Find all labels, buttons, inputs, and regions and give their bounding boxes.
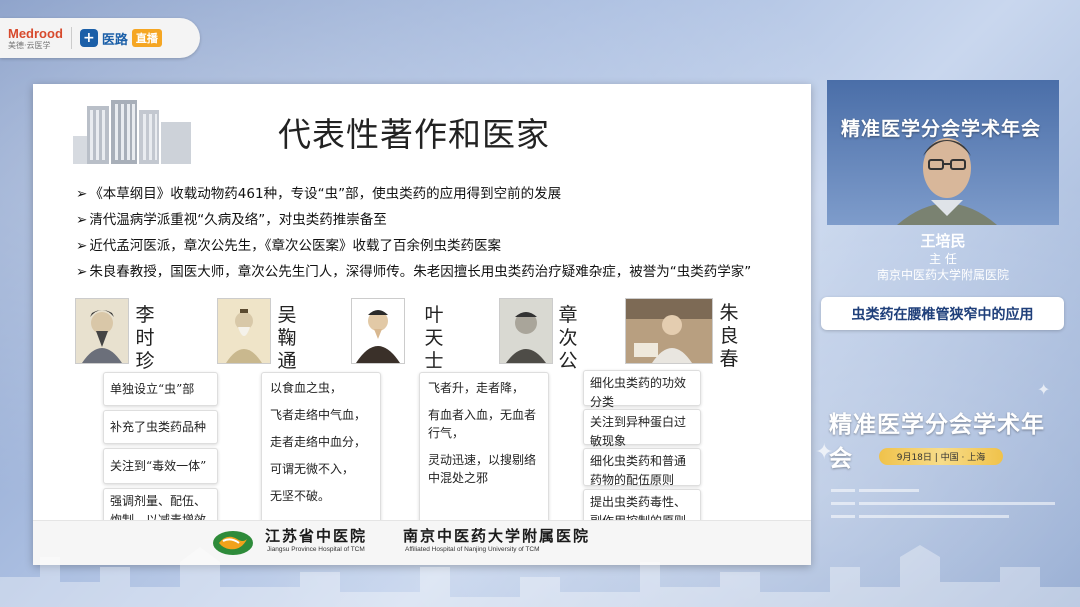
bullet-item: ➢ 朱良春教授，国医大师，章次公先生门人，深得师传。朱老因擅长用虫类药治疗疑难杂症… [76,259,751,285]
city-skyline-decoration [0,545,1080,607]
bullet-text: 朱良春教授，国医大师，章次公先生门人，深得师传。朱老因擅长用虫类药治疗疑难杂症，… [89,264,752,280]
note-card: 细化虫类药的功效分类 [583,370,701,409]
speaker-video: 精准医学分会学术年会 [827,80,1059,225]
sparkle-icon: ✦ [1037,380,1051,399]
note-card-tall: 以食血之虫， 飞者走络中气血， 走者走络中血分， 可谓无微不入， 无坚不破。 [261,372,381,524]
medrood-logo-sub: 美德·云医学 [8,40,51,50]
speaker-panel: 精准医学分会学术年会 王培民 主 任 南京中医药大学附属医院 虫类药在腰椎管狭窄… [0,80,1080,607]
note-card-tall: 飞者升，走者降， 有血者入血，无血者行气， 灵动迅速，以搜剔络中混处之邪 [419,372,549,524]
physician-name: 章次公 [558,304,578,372]
talk-topic: 虫类药在腰椎管狭窄中的应用 [821,297,1064,330]
portrait-zhang-cigong [499,298,553,364]
bullet-list: ➢ 《本草纲目》收载动物药461种，专设“虫”部，使虫类药的应用得到空前的发展 ➢… [76,181,751,285]
divider [70,27,72,49]
portrait-ye-tianshi [351,298,405,364]
yilu-brand-text: 医路 [101,32,128,48]
note-card: 关注到异种蛋白过敏现象 [583,409,701,448]
brand-badge: Medrood 美德·云医学 + 医路 直播 [0,18,200,58]
speaker-figure [897,138,997,225]
portrait-zhu-liangchun [625,298,713,364]
yilu-logo: + 医路 直播 [79,29,162,48]
live-badge: 直播 [131,29,162,47]
physician-name: 吴鞠通 [277,304,297,372]
physician-name: 叶天士 [424,304,444,372]
organizer-info-block [831,489,1055,518]
speaker-organization: 南京中医药大学附属医院 [876,268,1009,282]
bullet-item: ➢ 《本草纲目》收载动物药461种，专设“虫”部，使虫类药的应用得到空前的发展 [76,181,751,207]
hospital-building-icon [69,98,204,168]
bullet-item: ➢ 清代温病学派重视“久病及络”，对虫类药推崇备至 [76,207,751,233]
medrood-logo-text: Medrood [8,25,63,41]
presentation-slide: 代表性著作和医家 ➢ 《本草纲目》收载动物药461种，专设“虫”部，使虫类药的应用… [33,84,811,565]
portrait-li-shizhen [75,298,129,364]
arrow-icon: ➢ [76,238,88,254]
medrood-logo: Medrood 美德·云医学 [8,27,63,50]
note-card: 补充了虫类药品种 [103,410,218,444]
slide-title: 代表性著作和医家 [278,115,550,154]
medical-cross-icon: + [79,29,98,47]
portrait-wu-jutong [217,298,271,364]
arrow-icon: ➢ [76,186,88,202]
arrow-icon: ➢ [76,212,88,228]
bullet-text: 清代温病学派重视“久病及络”，对虫类药推崇备至 [89,212,387,228]
physician-name: 李时珍 [135,304,155,372]
note-card: 单独设立“虫”部 [103,372,218,406]
date-location-pill: 9月18日 | 中国 · 上海 [879,448,1003,465]
bullet-item: ➢ 近代孟河医派，章次公先生，《章次公医案》收载了百余例虫类药医案 [76,233,751,259]
physician-name: 朱良春 [719,302,739,370]
bullet-text: 《本草纲目》收载动物药461种，专设“虫”部，使虫类药的应用得到空前的发展 [89,186,562,202]
speaker-name: 王培民 [920,232,966,250]
note-card: 关注到“毒效一体” [103,448,218,484]
note-card: 细化虫类药和普通药物的配伍原则 [583,448,701,487]
speaker-role: 主 任 [929,252,957,266]
arrow-icon: ➢ [76,264,88,280]
bullet-text: 近代孟河医派，章次公先生，《章次公医案》收载了百余例虫类药医案 [89,238,502,254]
